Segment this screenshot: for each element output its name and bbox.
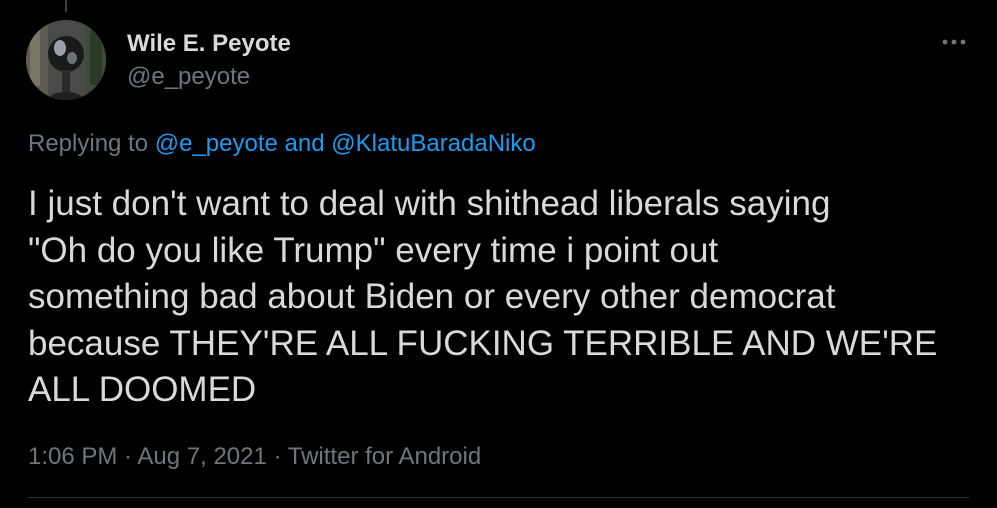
tweet-date[interactable]: Aug 7, 2021: [137, 443, 266, 470]
meta-separator: ·: [266, 443, 288, 470]
more-options-button[interactable]: [934, 28, 974, 56]
author-display-name[interactable]: Wile E. Peyote: [127, 28, 291, 60]
author-handle[interactable]: @e_peyote: [127, 61, 250, 93]
tweet-source[interactable]: Twitter for Android: [288, 443, 481, 470]
tweet-meta: 1:06 PM · Aug 7, 2021 · Twitter for Andr…: [28, 441, 481, 473]
reply-conjunction[interactable]: and: [278, 130, 331, 157]
meta-separator: ·: [117, 443, 138, 470]
reply-prefix: Replying to: [28, 130, 155, 157]
avatar[interactable]: [26, 20, 106, 100]
thread-connector-line: [65, 0, 67, 12]
avatar-image: [26, 20, 106, 100]
more-horizontal-icon: [942, 39, 966, 45]
tweet-text: I just don't want to deal with shithead …: [28, 184, 938, 409]
reply-context: Replying to @e_peyote and @KlatuBaradaNi…: [28, 128, 536, 160]
mention-link-2[interactable]: @KlatuBaradaNiko: [331, 130, 535, 157]
mention-link-1[interactable]: @e_peyote: [155, 130, 278, 157]
divider: [28, 497, 969, 498]
tweet-time[interactable]: 1:06 PM: [28, 443, 117, 470]
